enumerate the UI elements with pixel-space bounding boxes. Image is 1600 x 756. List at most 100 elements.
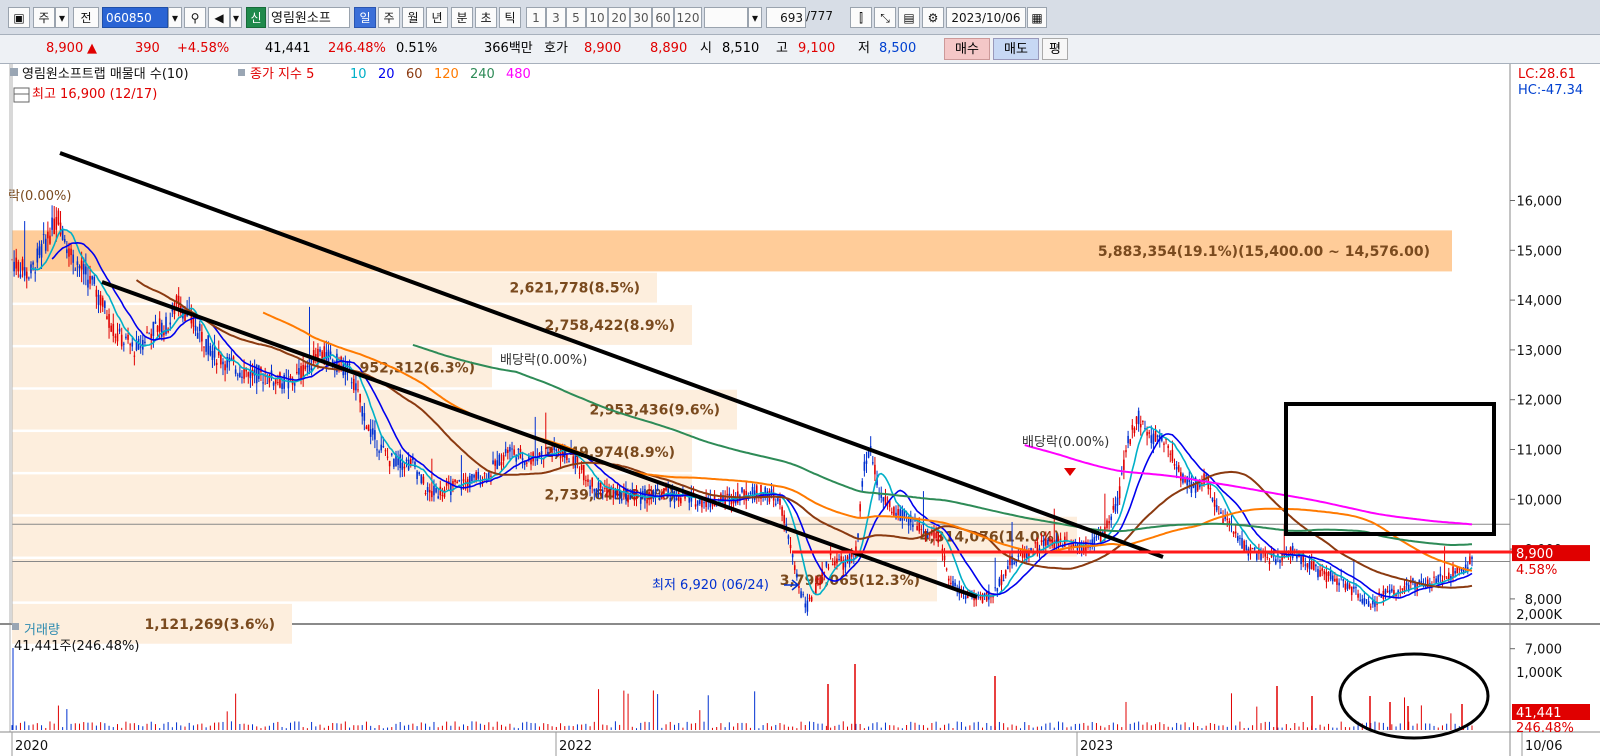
candle-body [272, 382, 275, 386]
candle-body [319, 349, 321, 352]
period-tick-button[interactable]: 틱 [499, 7, 521, 28]
volume-toggle-icon[interactable] [12, 623, 19, 630]
candle-type-icon[interactable]: ⫿ [850, 7, 872, 28]
candle-body [1171, 449, 1174, 462]
candle-body [798, 586, 800, 588]
candle-body [701, 499, 703, 508]
candle-body [42, 234, 45, 236]
legend-toggle-icon[interactable] [10, 68, 18, 76]
bid-price: 8,890 [650, 41, 688, 56]
stock-code-input[interactable]: 060850 [102, 7, 168, 28]
candle-body [1310, 561, 1313, 570]
prev-button[interactable]: 전 [73, 7, 99, 28]
interval-5-button[interactable]: 5 [566, 7, 586, 28]
interval-dropdown-icon[interactable]: ▾ [748, 7, 762, 28]
candle-body [129, 344, 131, 346]
candle-body [663, 488, 665, 495]
candle-body [1443, 576, 1446, 578]
candle-body [300, 366, 302, 379]
chevron-down-icon[interactable]: ▾ [55, 7, 69, 28]
price-change-pct: +4.58% [177, 41, 230, 56]
candle-body [1222, 518, 1224, 524]
candle-body [123, 343, 125, 345]
candle-body [606, 486, 608, 497]
candle-body [1344, 583, 1347, 590]
buy-button[interactable]: 매수 [944, 38, 990, 60]
low-note: 최저 6,920 (06/24) [652, 578, 769, 593]
candle-body [405, 459, 408, 461]
candle-body [517, 448, 520, 450]
price-chart[interactable]: 5,883,354(19.1%)(15,400.00 ~ 14,576.00) 2… [0, 64, 1600, 756]
candle-body [1133, 427, 1136, 434]
candle-body [838, 558, 840, 560]
candle-body [587, 479, 589, 482]
period-day-button[interactable]: 일 [354, 7, 376, 28]
candle-body [321, 351, 323, 359]
save-icon[interactable]: ▤ [898, 7, 920, 28]
interval-60-button[interactable]: 60 [652, 7, 674, 28]
candle-body [21, 259, 24, 271]
candle-body [703, 502, 705, 504]
average-button[interactable]: 평 [1042, 38, 1068, 60]
candle-body [428, 489, 431, 493]
candle-body [97, 294, 100, 305]
period-week-button[interactable]: 주 [378, 7, 400, 28]
candle-body [808, 597, 811, 599]
date-input[interactable]: 2023/10/06 [946, 7, 1026, 28]
search-icon[interactable]: ⚲ [184, 7, 206, 28]
calendar-icon[interactable]: ▦ [1027, 7, 1047, 28]
candle-body [806, 600, 809, 612]
candle-body [1116, 497, 1119, 506]
ma-toggle-icon[interactable] [238, 69, 245, 76]
candle-body [815, 583, 817, 594]
candle-body [371, 428, 374, 435]
candle-body [1237, 536, 1239, 541]
candle-body [945, 568, 948, 570]
gear-icon[interactable]: ⚙ [922, 7, 944, 28]
candle-body [1458, 568, 1461, 570]
candle-body [572, 456, 575, 464]
code-dropdown-icon[interactable]: ▾ [168, 7, 182, 28]
layout-icon[interactable]: ▣ [8, 7, 30, 28]
profile-label-0: 5,883,354(19.1%)(15,400.00 ~ 14,576.00) [1098, 244, 1430, 260]
interval-1-button[interactable]: 1 [526, 7, 546, 28]
interval-10-button[interactable]: 10 [586, 7, 608, 28]
current-volume-pct-text: 246.48% [1516, 721, 1574, 736]
period-month-button[interactable]: 월 [402, 7, 424, 28]
candle-body [1220, 512, 1222, 514]
speaker-dropdown-icon[interactable]: ▾ [230, 7, 242, 28]
candle-body [91, 276, 93, 280]
candle-body [1129, 439, 1132, 445]
candle-body [939, 536, 942, 538]
unit-select[interactable]: 주 [33, 7, 55, 28]
candle-body [711, 504, 714, 506]
candle-body [1363, 598, 1366, 605]
profile-label-2: 2,758,422(8.9%) [545, 318, 675, 334]
candle-body [872, 462, 874, 464]
candle-body [1042, 539, 1045, 546]
period-second-button[interactable]: 초 [475, 7, 497, 28]
speaker-icon[interactable]: ◀ [208, 7, 230, 28]
line-tool-icon[interactable]: ⤡ [874, 7, 896, 28]
turnover-rate: 0.51% [396, 41, 438, 56]
candle-body [477, 471, 480, 479]
candle-body [589, 485, 591, 490]
interval-20-button[interactable]: 20 [608, 7, 630, 28]
period-minute-button[interactable]: 분 [451, 7, 473, 28]
volume-title: 거래량 [24, 623, 60, 638]
interval-custom-input[interactable] [704, 7, 748, 28]
candle-body [874, 464, 876, 475]
interval-3-button[interactable]: 3 [546, 7, 566, 28]
candle-body [819, 577, 821, 586]
sell-button[interactable]: 매도 [993, 38, 1039, 60]
period-year-button[interactable]: 년 [426, 7, 448, 28]
candle-body [1338, 582, 1340, 586]
candle-body [804, 603, 807, 608]
interval-120-button[interactable]: 120 [674, 7, 702, 28]
stock-name-field[interactable]: 영림원소프 [268, 7, 350, 28]
candle-body [1228, 521, 1231, 524]
interval-30-button[interactable]: 30 [630, 7, 652, 28]
bar-count-input[interactable]: 693 [766, 7, 806, 28]
candle-body [1359, 599, 1361, 601]
candle-body [1017, 555, 1020, 557]
